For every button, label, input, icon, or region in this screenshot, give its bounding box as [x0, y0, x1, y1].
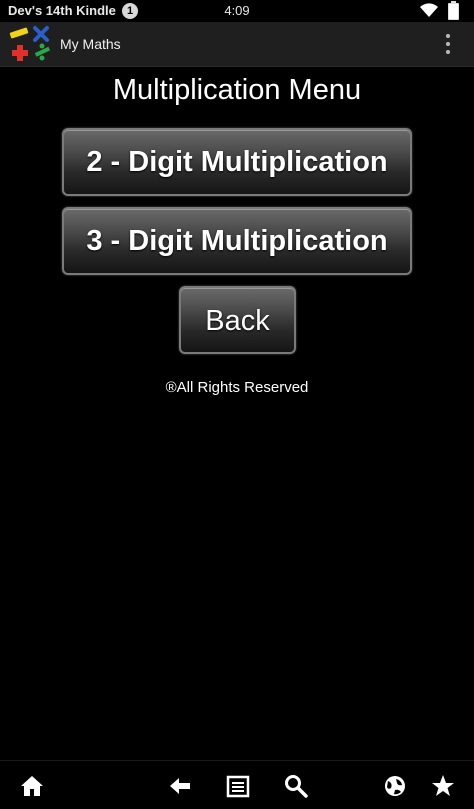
app-title: My Maths	[60, 36, 121, 52]
back-button[interactable]: Back	[179, 286, 296, 354]
my-maths-app-icon	[9, 26, 51, 61]
three-digit-multiplication-button[interactable]: 3 - Digit Multiplication	[62, 207, 412, 275]
web-browser-icon[interactable]	[382, 773, 408, 799]
copyright-text: ®All Rights Reserved	[165, 379, 309, 396]
action-bar: My Maths	[0, 22, 474, 67]
back-arrow-icon[interactable]	[167, 773, 193, 799]
system-nav-bar	[0, 760, 474, 809]
overflow-menu-icon[interactable]	[440, 32, 456, 56]
status-clock: 4:09	[224, 3, 250, 18]
wifi-icon	[420, 3, 438, 17]
page-title: Multiplication Menu	[112, 74, 362, 106]
two-digit-multiplication-button[interactable]: 2 - Digit Multiplication	[62, 128, 412, 196]
search-icon[interactable]	[283, 773, 309, 799]
favorites-star-icon[interactable]	[430, 773, 456, 799]
battery-icon	[448, 1, 459, 20]
home-icon[interactable]	[19, 773, 45, 799]
menu-list-icon[interactable]	[225, 773, 251, 799]
status-bar: Dev's 14th Kindle 1 4:09	[0, 0, 474, 22]
